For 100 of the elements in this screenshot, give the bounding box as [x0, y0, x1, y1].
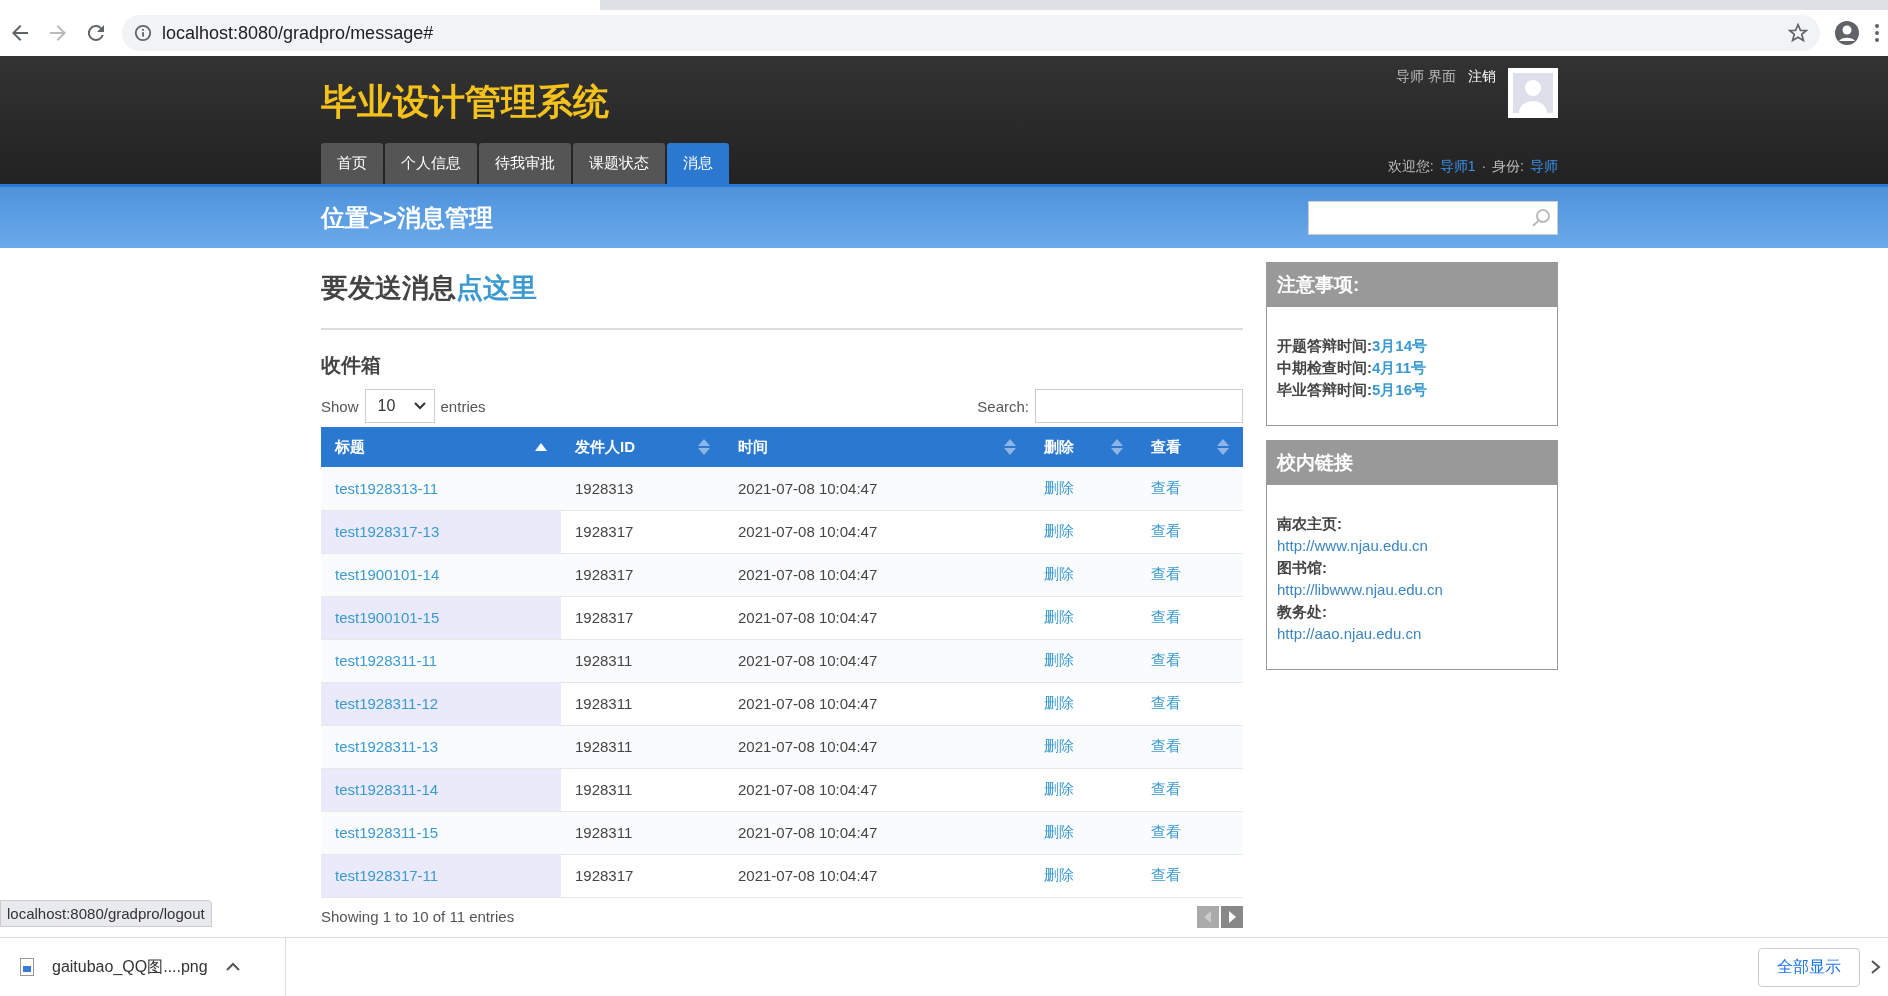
compose-prompt: 要发送消息点这里 [321, 248, 1243, 330]
message-title-link[interactable]: test1928317-11 [335, 867, 439, 884]
nav-tab[interactable]: 个人信息 [385, 143, 477, 184]
info-icon [134, 24, 152, 42]
message-title-link[interactable]: test1928311-12 [335, 695, 439, 712]
menu-icon[interactable] [1874, 23, 1880, 43]
table-cell: 2021-07-08 10:04:47 [724, 510, 1030, 553]
table-cell: 1928317 [561, 553, 724, 596]
table-cell: 1928317 [561, 854, 724, 897]
notice-date: 5月16号 [1372, 381, 1428, 398]
nav-tab[interactable]: 消息 [667, 143, 729, 184]
notice-date: 3月14号 [1372, 337, 1428, 354]
link-label: 教务处: [1277, 602, 1328, 622]
delete-link[interactable]: 删除 [1044, 823, 1074, 840]
message-title-link[interactable]: test1900101-15 [335, 609, 440, 626]
table-search-field[interactable] [1035, 389, 1243, 423]
column-header[interactable]: 删除 [1030, 427, 1137, 467]
show-all-button[interactable]: 全部显示 [1758, 947, 1860, 987]
show-label: Show [321, 397, 359, 415]
view-link[interactable]: 查看 [1151, 522, 1181, 539]
address-bar[interactable]: localhost:8080/gradpro/message# [122, 15, 1820, 51]
message-title-link[interactable]: test1928311-11 [335, 652, 438, 669]
chevron-down-icon [413, 402, 426, 410]
page-size-select[interactable]: 10 [364, 389, 435, 423]
link-label: 图书馆: [1277, 558, 1328, 578]
search-icon [1531, 207, 1551, 228]
table-cell: 1928313 [561, 467, 724, 510]
view-link[interactable]: 查看 [1151, 651, 1181, 668]
left-triangle-icon [1203, 910, 1213, 923]
delete-link[interactable]: 删除 [1044, 522, 1074, 539]
search-label: Search: [977, 397, 1029, 415]
user-link[interactable]: 导师1 [1439, 158, 1476, 176]
table-cell: 2021-07-08 10:04:47 [724, 639, 1030, 682]
message-title-link[interactable]: test1928317-13 [335, 523, 440, 540]
view-link[interactable]: 查看 [1151, 737, 1181, 754]
message-title-link[interactable]: test1928311-14 [335, 781, 439, 798]
view-link[interactable]: 查看 [1151, 608, 1181, 625]
view-link[interactable]: 查看 [1151, 478, 1181, 496]
compose-link[interactable]: 点这里 [456, 273, 537, 303]
notice-label: 毕业答辩时间: [1277, 381, 1372, 398]
role-label: 身份: [1492, 158, 1524, 176]
chevron-right-icon[interactable] [1870, 960, 1882, 974]
url-link[interactable]: http://libwww.njau.edu.cn [1277, 581, 1443, 598]
nav-tab[interactable]: 首页 [321, 143, 383, 184]
message-title-link[interactable]: test1928311-13 [335, 738, 439, 755]
delete-link[interactable]: 删除 [1044, 866, 1074, 883]
right-triangle-icon [1227, 910, 1237, 923]
card-title: 注意事项: [1267, 263, 1557, 307]
chevron-up-icon[interactable] [225, 962, 240, 972]
notice-date: 4月11号 [1372, 359, 1427, 376]
column-header[interactable]: 发件人ID [561, 427, 724, 467]
delete-link[interactable]: 删除 [1044, 694, 1074, 711]
table-cell: 2021-07-08 10:04:47 [724, 854, 1030, 897]
nav-tab[interactable]: 课题状态 [573, 143, 665, 184]
url-link[interactable]: http://www.njau.edu.cn [1277, 537, 1428, 554]
logout-link[interactable]: 注销 [1468, 68, 1496, 86]
column-header[interactable]: 标题 [321, 427, 561, 467]
file-icon [20, 958, 34, 976]
delete-link[interactable]: 删除 [1044, 780, 1074, 797]
url-link[interactable]: http://aao.njau.edu.cn [1277, 625, 1422, 642]
view-link[interactable]: 查看 [1151, 565, 1181, 582]
delete-link[interactable]: 删除 [1044, 737, 1074, 754]
site-logo: 毕业设计管理系统 [321, 80, 610, 124]
nav-tab[interactable]: 待我审批 [479, 143, 571, 184]
column-header[interactable]: 查看 [1137, 427, 1243, 467]
star-icon[interactable] [1788, 23, 1808, 43]
table-cell: 1928311 [561, 682, 724, 725]
message-title-link[interactable]: test1928311-15 [335, 824, 439, 841]
view-link[interactable]: 查看 [1151, 823, 1181, 840]
notice-label: 中期检查时间: [1277, 359, 1372, 376]
table-cell: 2021-07-08 10:04:47 [724, 811, 1030, 854]
delete-link[interactable]: 删除 [1044, 565, 1074, 582]
welcome-label: 欢迎您: [1387, 158, 1434, 176]
delete-link[interactable]: 删除 [1044, 651, 1074, 668]
table-cell: 1928317 [561, 596, 724, 639]
table-cell: 2021-07-08 10:04:47 [724, 768, 1030, 811]
view-link[interactable]: 查看 [1151, 780, 1181, 797]
table-cell: 2021-07-08 10:04:47 [724, 682, 1030, 725]
notice-label: 开题答辩时间: [1277, 337, 1372, 354]
next-page-button[interactable] [1221, 905, 1243, 928]
delete-link[interactable]: 删除 [1044, 608, 1074, 625]
view-link[interactable]: 查看 [1151, 866, 1181, 883]
inbox-title: 收件箱 [321, 353, 382, 378]
message-title-link[interactable]: test1900101-14 [335, 566, 440, 583]
download-filename[interactable]: gaitubao_QQ图....png [52, 956, 208, 978]
role-link[interactable]: 导师 [1530, 158, 1558, 176]
card-title: 校内链接 [1267, 441, 1557, 485]
message-title-link[interactable]: test1928313-11 [335, 479, 439, 497]
column-header[interactable]: 时间 [724, 427, 1030, 467]
table-cell: 2021-07-08 10:04:47 [724, 553, 1030, 596]
profile-icon[interactable] [1834, 20, 1860, 46]
table-cell: 1928311 [561, 725, 724, 768]
view-link[interactable]: 查看 [1151, 694, 1181, 711]
table-cell: 2021-07-08 10:04:47 [724, 725, 1030, 768]
status-url: localhost:8080/gradpro/logout [0, 900, 212, 927]
delete-link[interactable]: 删除 [1044, 478, 1074, 496]
search-field[interactable] [1308, 200, 1558, 235]
interface-link[interactable]: 导师 界面 [1396, 68, 1456, 86]
table-info: Showing 1 to 10 of 11 entries [321, 908, 515, 925]
table-cell: 1928311 [561, 811, 724, 854]
